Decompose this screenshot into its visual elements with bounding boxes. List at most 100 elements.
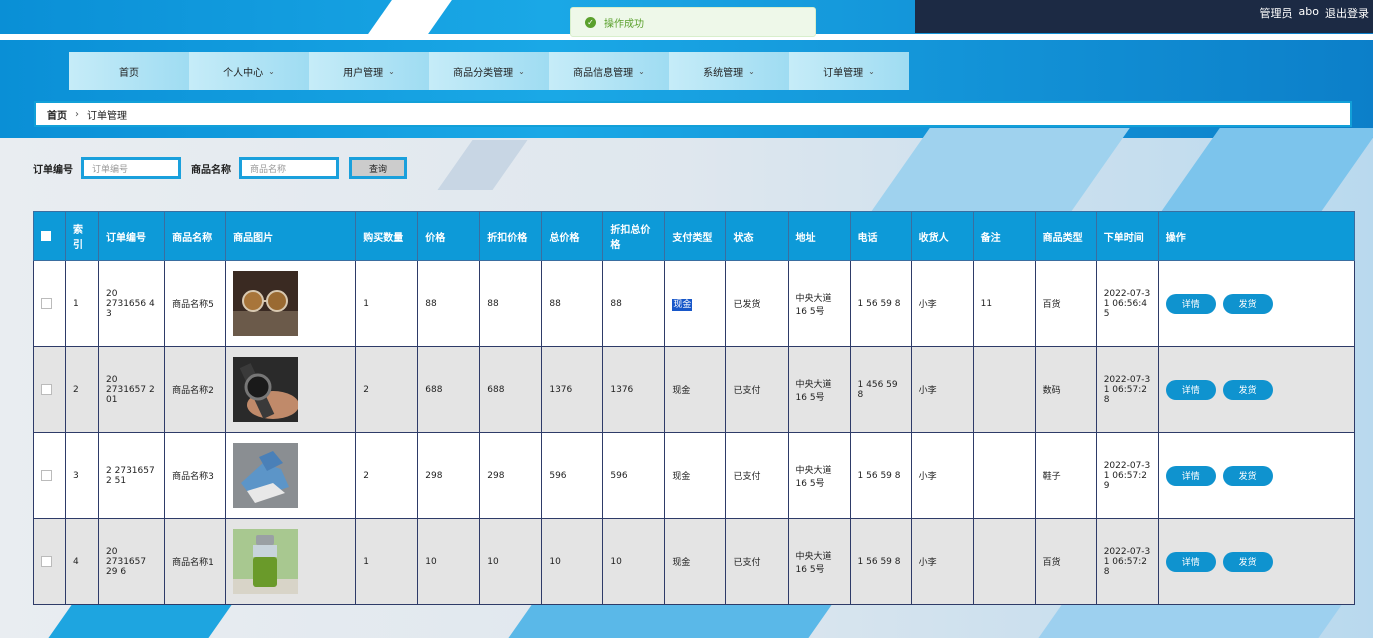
column-header: 备注	[972, 211, 1036, 261]
column-header: 操作	[1157, 211, 1356, 261]
cell-time: 2022-07-3 1 06:57:2 8	[1095, 518, 1159, 605]
row-select[interactable]	[32, 260, 67, 347]
nav-label: 个人中心	[223, 67, 264, 79]
cell-time: 2022-07-3 1 06:57:2 8	[1095, 346, 1159, 433]
cell-total: 596	[541, 432, 604, 519]
nav-label: 订单管理	[823, 67, 864, 79]
row-checkbox[interactable]	[41, 556, 52, 567]
nav-label: 系统管理	[703, 67, 744, 79]
nav-item-home[interactable]: 首页	[69, 52, 189, 90]
breadcrumb: 首页 › 订单管理	[34, 101, 1352, 127]
cell-pay-type: 现金	[664, 432, 727, 519]
orders-table: 索引 订单编号 商品名称 商品图片 购买数量 价格 折扣价格 总价格 折扣总价格…	[32, 211, 1356, 605]
column-header: 收货人	[910, 211, 974, 261]
cell-product-name: 商品名称5	[164, 260, 227, 347]
cell-disc-total: 596	[602, 432, 666, 519]
order-no-input[interactable]: 订单编号	[81, 157, 181, 179]
cell-total: 88	[541, 260, 604, 347]
product-name-input[interactable]: 商品名称	[239, 157, 339, 179]
column-header: 地址	[787, 211, 851, 261]
query-button[interactable]: 查询	[349, 157, 407, 179]
cell-product-image	[225, 518, 357, 605]
row-checkbox[interactable]	[41, 298, 52, 309]
breadcrumb-home[interactable]: 首页	[47, 107, 67, 122]
table-row: 1 20 2731656 4 3 商品名称5 1 88 88 88 88 现金 …	[32, 260, 1356, 347]
cell-product-name: 商品名称1	[164, 518, 227, 605]
cell-product-name: 商品名称2	[164, 346, 227, 433]
check-circle-icon: ✓	[585, 16, 596, 28]
nav-label: 首页	[119, 67, 139, 79]
column-header: 下单时间	[1095, 211, 1159, 261]
cell-status: 已支付	[725, 518, 789, 605]
ship-button[interactable]: 发货	[1222, 551, 1273, 572]
cell-actions: 详情 发货	[1157, 518, 1356, 605]
nav-item-product-management[interactable]: 商品信息管理 ⌄	[549, 52, 669, 90]
cell-order-no: 20 2731657 29 6	[98, 518, 166, 605]
column-header: 总价格	[541, 211, 604, 261]
cell-address: 中央大道16 5号	[787, 346, 851, 433]
watch-image	[233, 357, 299, 422]
cell-disc-price: 10	[479, 518, 543, 605]
chevron-down-icon: ⌄	[518, 66, 525, 76]
sneakers-image	[233, 443, 299, 508]
username: abo	[1298, 5, 1319, 18]
header-select-all[interactable]	[32, 211, 67, 261]
cell-index: 1	[65, 260, 100, 347]
success-toast: ✓ 操作成功	[570, 7, 816, 37]
cell-pay-type: 现金	[664, 260, 727, 347]
chevron-down-icon: ⌄	[268, 66, 275, 76]
nav-label: 用户管理	[343, 67, 384, 79]
detail-button[interactable]: 详情	[1165, 551, 1216, 572]
cell-time: 2022-07-3 1 06:56:4 5	[1095, 260, 1159, 347]
cell-price: 688	[417, 346, 481, 433]
cell-qty: 1	[355, 518, 419, 605]
cell-address: 中央大道16 5号	[787, 432, 851, 519]
column-header: 支付类型	[664, 211, 727, 261]
cell-disc-price: 88	[479, 260, 543, 347]
table-row: 4 20 2731657 29 6 商品名称1 1 10 10 10 10 现金…	[32, 518, 1356, 605]
chevron-down-icon: ⌄	[388, 66, 395, 76]
column-header: 折扣价格	[479, 211, 543, 261]
column-header: 索引	[65, 211, 100, 261]
cell-order-no: 20 2731657 2 01	[98, 346, 166, 433]
toast-message: 操作成功	[604, 18, 644, 30]
ship-button[interactable]: 发货	[1222, 293, 1273, 314]
selected-text: 现金	[672, 299, 693, 311]
row-select[interactable]	[32, 346, 67, 433]
row-select[interactable]	[32, 518, 67, 605]
cell-pay-type: 现金	[664, 346, 727, 433]
row-select[interactable]	[32, 432, 67, 519]
ship-button[interactable]: 发货	[1222, 465, 1273, 486]
detail-button[interactable]: 详情	[1165, 379, 1216, 400]
ship-button[interactable]: 发货	[1222, 379, 1273, 400]
cell-index: 2	[65, 346, 100, 433]
product-name-label: 商品名称	[191, 164, 231, 176]
select-all-checkbox[interactable]	[41, 231, 51, 241]
cell-qty: 2	[355, 432, 419, 519]
logout-link[interactable]: 退出登录	[1325, 5, 1369, 21]
cell-receiver: 小李	[910, 518, 974, 605]
row-checkbox[interactable]	[41, 470, 52, 481]
nav-item-system-management[interactable]: 系统管理 ⌄	[669, 52, 789, 90]
cell-order-no: 2 2731657 2 51	[98, 432, 166, 519]
nav-item-order-management[interactable]: 订单管理 ⌄	[789, 52, 909, 90]
cell-product-image	[225, 346, 357, 433]
row-checkbox[interactable]	[41, 384, 52, 395]
detail-button[interactable]: 详情	[1165, 465, 1216, 486]
cell-phone: 1 56 59 8	[849, 518, 912, 605]
table-row: 3 2 2731657 2 51 商品名称3 2 298 298 596 596…	[32, 432, 1356, 519]
nav-item-category-management[interactable]: 商品分类管理 ⌄	[429, 52, 549, 90]
nav-item-user-management[interactable]: 用户管理 ⌄	[309, 52, 429, 90]
column-header: 购买数量	[355, 211, 419, 261]
cell-address: 中央大道16 5号	[787, 518, 851, 605]
cell-type: 百货	[1034, 518, 1097, 605]
chevron-down-icon: ⌄	[638, 66, 645, 76]
detail-button[interactable]: 详情	[1165, 293, 1216, 314]
column-header: 商品图片	[225, 211, 357, 261]
cell-price: 298	[417, 432, 481, 519]
cell-receiver: 小李	[910, 346, 974, 433]
cell-receiver: 小李	[910, 432, 974, 519]
nav-item-personal-center[interactable]: 个人中心 ⌄	[189, 52, 309, 90]
cell-type: 鞋子	[1034, 432, 1097, 519]
chevron-down-icon: ⌄	[868, 66, 875, 76]
